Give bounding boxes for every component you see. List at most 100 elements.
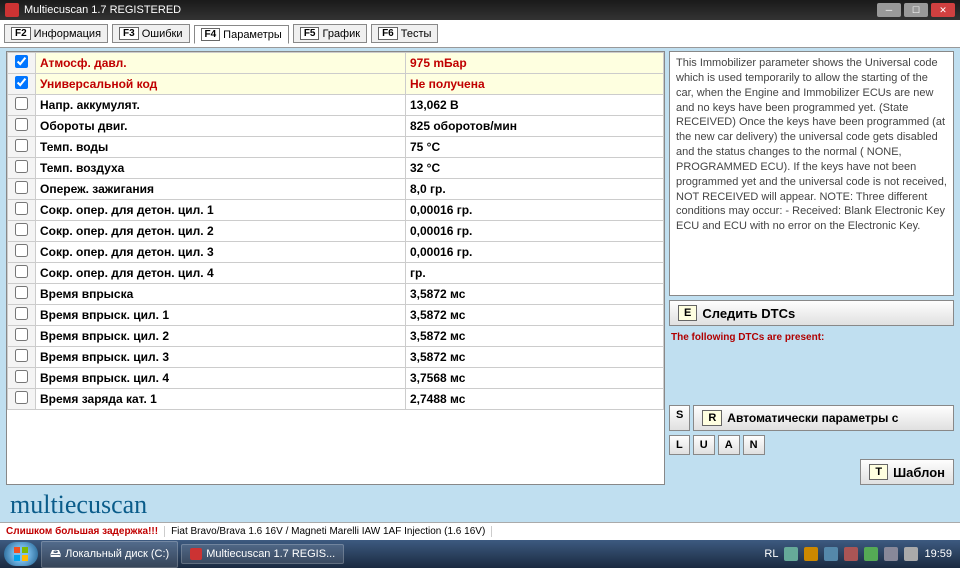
param-row[interactable]: Темп. воздуха32 °C [8,158,664,179]
param-row[interactable]: Время впрыск. цил. 23,5872 мс [8,326,664,347]
param-value: 32 °C [406,158,664,179]
param-name: Время впрыск. цил. 3 [36,347,406,368]
tray-icon[interactable] [784,547,798,561]
parameter-info-text: This Immobilizer parameter shows the Uni… [669,51,954,296]
param-value: 3,5872 мс [406,347,664,368]
button-a[interactable]: A [718,435,740,455]
param-row[interactable]: Напр. аккумулят.13,062 В [8,95,664,116]
param-value: 3,5872 мс [406,305,664,326]
tab-f4[interactable]: F4Параметры [194,25,289,44]
param-checkbox[interactable] [15,55,28,68]
status-bar: Слишком большая задержка!!! Fiat Bravo/B… [0,522,960,540]
param-row[interactable]: Время заряда кат. 12,7488 мс [8,389,664,410]
hotkey-e: E [678,305,697,321]
tab-label: График [322,28,360,40]
auto-params-button[interactable]: R Автоматически параметры с [693,405,954,431]
param-checkbox[interactable] [15,370,28,383]
param-checkbox[interactable] [15,286,28,299]
param-row[interactable]: Универсальной кодНе получена [8,74,664,95]
param-name: Темп. воды [36,137,406,158]
lang-indicator[interactable]: RL [764,548,778,560]
param-value: 3,7568 мс [406,368,664,389]
start-button[interactable] [4,542,38,566]
param-checkbox[interactable] [15,265,28,278]
tab-f2[interactable]: F2Информация [4,24,108,43]
param-row[interactable]: Сокр. опер. для детон. цил. 30,00016 гр. [8,242,664,263]
param-checkbox[interactable] [15,223,28,236]
param-checkbox[interactable] [15,244,28,257]
param-checkbox[interactable] [15,391,28,404]
param-value: 0,00016 гр. [406,200,664,221]
param-row[interactable]: Время впрыск. цил. 43,7568 мс [8,368,664,389]
param-row[interactable]: Время впрыск. цил. 33,5872 мс [8,347,664,368]
param-name: Темп. воздуха [36,158,406,179]
param-checkbox[interactable] [15,349,28,362]
param-checkbox[interactable] [15,76,28,89]
param-checkbox[interactable] [15,160,28,173]
param-row[interactable]: Сокр. опер. для детон. цил. 10,00016 гр. [8,200,664,221]
param-value: 975 mБар [406,53,664,74]
parameter-table-panel: Атмосф. давл.975 mБарУниверсальной кодНе… [6,51,665,485]
param-row[interactable]: Сокр. опер. для детон. цил. 4 гр. [8,263,664,284]
window-maximize-button[interactable]: ☐ [904,3,928,17]
tray-icon[interactable] [804,547,818,561]
tray-icon[interactable] [824,547,838,561]
taskbar-item-disk[interactable]: 🖴 Локальный диск (C:) [41,541,178,568]
fkey-badge: F5 [300,27,320,40]
tray-icon[interactable] [844,547,858,561]
param-value: 2,7488 мс [406,389,664,410]
follow-dtcs-label: Следить DTCs [702,306,795,321]
param-name: Универсальной код [36,74,406,95]
disk-icon: 🖴 [50,545,61,564]
param-value: 0,00016 гр. [406,242,664,263]
windows-taskbar: 🖴 Локальный диск (C:) Multiecuscan 1.7 R… [0,540,960,568]
window-close-button[interactable]: ✕ [931,3,955,17]
button-s[interactable]: S [669,405,690,431]
tab-label: Тесты [401,28,432,40]
param-value: 825 оборотов/мин [406,116,664,137]
param-value: Не получена [406,74,664,95]
param-value: гр. [406,263,664,284]
taskbar-clock[interactable]: 19:59 [924,548,952,560]
tab-f5[interactable]: F5График [293,24,367,43]
param-row[interactable]: Сокр. опер. для детон. цил. 20,00016 гр. [8,221,664,242]
param-name: Сокр. опер. для детон. цил. 4 [36,263,406,284]
fkey-badge: F4 [201,28,221,41]
param-checkbox[interactable] [15,202,28,215]
param-name: Время впрыск. цил. 2 [36,326,406,347]
param-row[interactable]: Темп. воды75 °C [8,137,664,158]
button-u[interactable]: U [693,435,715,455]
param-value: 0,00016 гр. [406,221,664,242]
param-checkbox[interactable] [15,307,28,320]
tab-label: Параметры [223,29,282,41]
window-minimize-button[interactable]: ─ [877,3,901,17]
tab-f6[interactable]: F6Тесты [371,24,438,43]
param-row[interactable]: Опереж. зажигания8,0 гр. [8,179,664,200]
param-checkbox[interactable] [15,328,28,341]
tab-bar: F2ИнформацияF3ОшибкиF4ПараметрыF5ГрафикF… [0,20,960,48]
param-row[interactable]: Обороты двиг.825 оборотов/мин [8,116,664,137]
param-checkbox[interactable] [15,118,28,131]
param-name: Сокр. опер. для детон. цил. 3 [36,242,406,263]
param-checkbox[interactable] [15,139,28,152]
param-name: Время впрыск. цил. 1 [36,305,406,326]
tab-f3[interactable]: F3Ошибки [112,24,189,43]
tray-icon[interactable] [904,547,918,561]
param-name: Атмосф. давл. [36,53,406,74]
button-n[interactable]: N [743,435,765,455]
param-checkbox[interactable] [15,97,28,110]
param-checkbox[interactable] [15,181,28,194]
follow-dtcs-button[interactable]: E Следить DTCs [669,300,954,326]
button-l[interactable]: L [669,435,690,455]
param-name: Напр. аккумулят. [36,95,406,116]
param-row[interactable]: Атмосф. давл.975 mБар [8,53,664,74]
param-value: 8,0 гр. [406,179,664,200]
tray-icon[interactable] [864,547,878,561]
taskbar-item-app[interactable]: Multiecuscan 1.7 REGIS... [181,544,344,564]
param-name: Обороты двиг. [36,116,406,137]
param-row[interactable]: Время впрыск. цил. 13,5872 мс [8,305,664,326]
param-row[interactable]: Время впрыска3,5872 мс [8,284,664,305]
template-button[interactable]: T Шаблон [860,459,954,485]
fkey-badge: F2 [11,27,31,40]
tray-icon[interactable] [884,547,898,561]
